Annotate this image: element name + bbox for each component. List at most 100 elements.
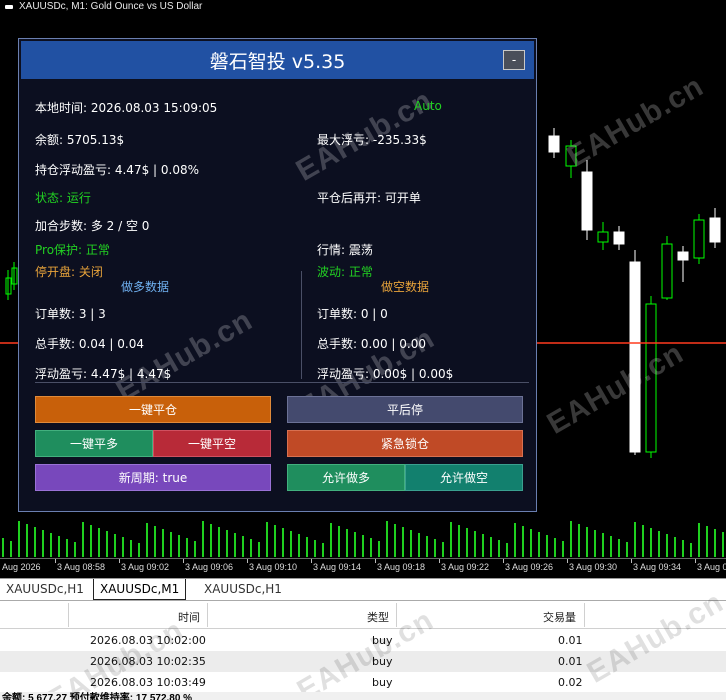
volume-bar xyxy=(530,529,532,557)
row-time: 2026.08.03 10:03:49 xyxy=(90,676,206,689)
emergency-lock-button[interactable]: 紧急锁仓 xyxy=(287,430,523,457)
panel-title: 磐石智投 v5.35 xyxy=(209,50,346,73)
volume-bar xyxy=(242,536,244,557)
volume-bar xyxy=(154,526,156,557)
volume-bar xyxy=(34,527,36,557)
new-cycle-button[interactable]: 新周期: true xyxy=(35,464,271,491)
candle-body xyxy=(709,217,721,243)
watermark: EAHub.cn xyxy=(110,303,259,408)
volume-bar xyxy=(354,532,356,557)
volume-bar xyxy=(410,530,412,557)
trade-table: 时间 类型 交易量 2026.08.03 10:02:00 buy 0.01 2… xyxy=(0,585,726,700)
reopen-after-close: 平仓后再开: 可开单 xyxy=(317,191,421,205)
position-pnl: 持仓浮动盈亏: 4.47$ | 0.08% xyxy=(35,163,200,177)
allow-long-button[interactable]: 允许做多 xyxy=(287,464,405,491)
local-time: 本地时间: 2026.08.03 15:09:05 xyxy=(35,101,218,115)
volume-bar xyxy=(274,525,276,557)
short-orders: 订单数: 0 | 0 xyxy=(317,307,388,321)
time-label: 3 Aug 09:06 xyxy=(185,562,234,572)
ea-status: 状态: 运行 xyxy=(35,191,91,205)
close-long-button[interactable]: 一键平多 xyxy=(35,430,153,457)
volume-bar xyxy=(706,526,708,557)
volume-bar xyxy=(322,543,324,557)
volume-bar xyxy=(18,521,20,557)
chart-tabs: XAUUSDc,H1 XAUUSDc,M1 XAUUSDc,H1 xyxy=(0,578,726,600)
column-header-time[interactable]: 时间 xyxy=(178,609,200,625)
row-type: buy xyxy=(372,655,393,668)
stop-after-close-button[interactable]: 平后停 xyxy=(287,396,523,423)
volume-bar xyxy=(722,532,724,557)
time-tick xyxy=(311,559,312,563)
volume-bar xyxy=(386,521,388,557)
minimize-button[interactable]: - xyxy=(503,50,525,70)
candle-body xyxy=(581,171,593,231)
volume-bar xyxy=(202,521,204,557)
volume-bar xyxy=(42,530,44,557)
candle-body xyxy=(548,135,560,153)
volume-bar xyxy=(450,522,452,557)
volume-bar xyxy=(26,524,28,557)
row-volume: 0.01 xyxy=(558,655,583,668)
volume-bar xyxy=(490,537,492,557)
volatility: 波动: 正常 xyxy=(317,265,373,279)
volume-bar xyxy=(50,533,52,557)
volume-bar xyxy=(514,523,516,557)
time-label: 3 Aug 09:10 xyxy=(249,562,298,572)
table-row[interactable]: 2026.08.03 10:02:00 buy 0.01 xyxy=(0,630,726,651)
volume-bar xyxy=(522,526,524,557)
row-time: 2026.08.03 10:02:35 xyxy=(90,655,206,668)
volume-bar xyxy=(170,532,172,557)
volume-bar xyxy=(114,534,116,557)
volume-bar xyxy=(434,539,436,557)
table-row[interactable]: 2026.08.03 10:03:49 buy 0.02 xyxy=(0,672,726,693)
close-all-button[interactable]: 一键平仓 xyxy=(35,396,271,423)
volume-bar xyxy=(562,541,564,557)
volume-bar xyxy=(194,541,196,557)
add-steps: 加合步数: 多 2 / 空 0 xyxy=(35,219,150,233)
volume-bar xyxy=(458,525,460,557)
panel-header[interactable]: 磐石智投 v5.35 - xyxy=(21,41,534,79)
allow-short-button[interactable]: 允许做空 xyxy=(405,464,523,491)
time-tick xyxy=(247,559,248,563)
volume-bar xyxy=(362,535,364,557)
volume-bar xyxy=(618,539,620,557)
column-header-volume[interactable]: 交易量 xyxy=(543,609,576,625)
short-data-header: 做空数据 xyxy=(381,280,430,294)
volume-bar xyxy=(82,522,84,557)
volume-bar xyxy=(554,538,556,557)
volume-bar xyxy=(186,538,188,557)
tab-xauusdc-m1[interactable]: XAUUSDc,M1 xyxy=(93,579,187,600)
tab-xauusdc-h1-2[interactable]: XAUUSDc,H1 xyxy=(198,579,288,600)
tab-xauusdc-h1[interactable]: XAUUSDc,H1 xyxy=(0,579,90,600)
status-text: 余额: 5 677.27 预付款维持率: 17 572.80 % xyxy=(2,693,193,700)
candle-body xyxy=(677,251,689,261)
volume-bar xyxy=(418,533,420,557)
column-header-type[interactable]: 类型 xyxy=(367,609,389,625)
mode-indicator: Auto xyxy=(414,99,442,113)
volume-bar xyxy=(402,527,404,557)
volume-bar xyxy=(122,537,124,557)
close-short-button[interactable]: 一键平空 xyxy=(153,430,271,457)
time-tick xyxy=(55,559,56,563)
time-label: 3 Aug 08:58 xyxy=(57,562,106,572)
candle-body xyxy=(613,231,625,245)
time-label: Aug 2026 xyxy=(2,562,41,572)
volume-bar xyxy=(586,527,588,557)
long-data-header: 做多数据 xyxy=(121,280,170,294)
time-label: 3 Aug 0 xyxy=(697,562,726,572)
short-pnl: 浮动盈亏: 0.00$ | 0.00$ xyxy=(317,367,454,381)
volume-bar xyxy=(218,527,220,557)
chart-title: XAUUSDc, M1: Gold Ounce vs US Dollar xyxy=(4,1,202,12)
chart-title-text: XAUUSDc, M1: Gold Ounce vs US Dollar xyxy=(19,1,203,12)
volume-bar xyxy=(162,529,164,557)
table-row[interactable]: 2026.08.03 10:02:35 buy 0.01 xyxy=(0,651,726,672)
time-tick xyxy=(503,559,504,563)
volume-bar xyxy=(282,528,284,557)
volume-bar xyxy=(74,542,76,557)
table-header: 时间 类型 交易量 xyxy=(0,601,726,629)
max-float-loss: 最大浮亏: -235.33$ xyxy=(317,133,427,147)
time-tick xyxy=(119,559,120,563)
volume-bar xyxy=(306,537,308,557)
volume-bar xyxy=(474,531,476,557)
stop-open: 停开盘: 关闭 xyxy=(35,265,103,279)
